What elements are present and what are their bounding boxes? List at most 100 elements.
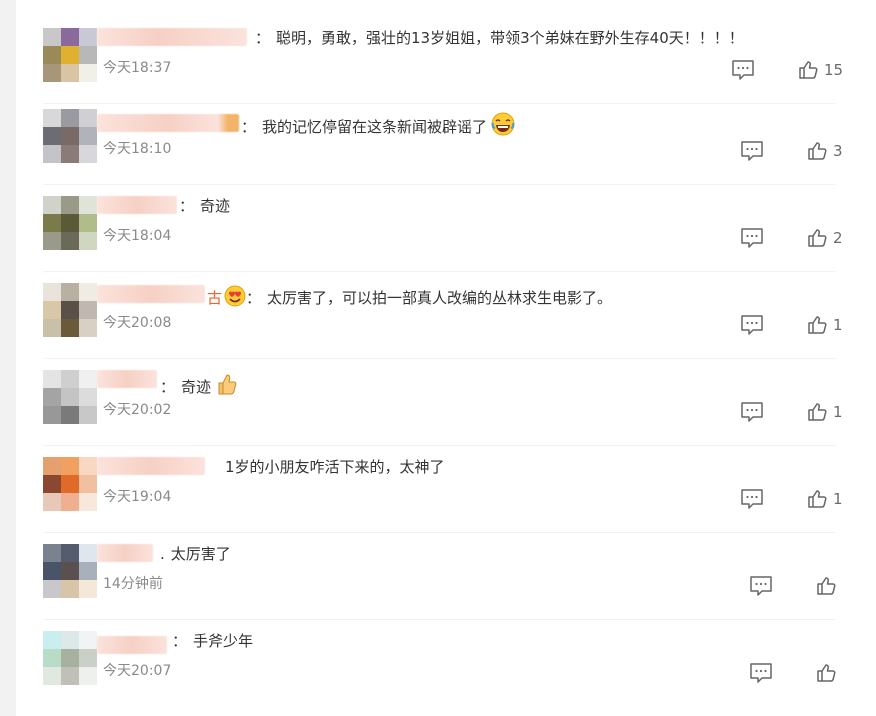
- like-count: 2: [833, 229, 843, 247]
- reply-button[interactable]: [740, 140, 764, 162]
- avatar-pixel: [61, 580, 79, 598]
- avatar-pixel: [61, 28, 79, 46]
- reply-button[interactable]: [740, 314, 764, 336]
- avatar-pixel: [79, 214, 97, 232]
- avatar-pixel: [61, 109, 79, 127]
- like-button[interactable]: 15: [798, 59, 843, 81]
- avatar-pixel: [61, 283, 79, 301]
- like-button[interactable]: [816, 662, 842, 684]
- username-blurred[interactable]: [97, 285, 205, 303]
- comment-time: 14分钟前: [103, 576, 163, 592]
- comment-item: ：奇迹 今天18:04 2: [0, 184, 876, 272]
- thumb-up-icon: [817, 664, 836, 682]
- avatar-pixel: [43, 28, 61, 46]
- avatar[interactable]: [43, 457, 97, 511]
- avatar-pixel: [43, 145, 61, 163]
- avatar-pixel: [79, 406, 97, 424]
- like-count: 1: [833, 316, 843, 334]
- like-button[interactable]: 2: [807, 227, 843, 249]
- avatar-pixel: [79, 145, 97, 163]
- avatar[interactable]: [43, 109, 97, 163]
- avatar-pixel: [61, 562, 79, 580]
- avatar-pixel: [43, 388, 61, 406]
- comment-item: ：我的记忆停留在这条新闻被辟谣了 今天18:10 3: [0, 97, 876, 185]
- avatar-pixel: [43, 562, 61, 580]
- comment-icon: [741, 141, 763, 161]
- like-button[interactable]: 1: [807, 314, 843, 336]
- avatar-pixel: [61, 196, 79, 214]
- comment-list-panel: ：聪明，勇敢，强壮的13岁姐姐，带领3个弟妹在野外生存40天！！！！ 今天18:…: [0, 0, 876, 716]
- avatar-pixel: [79, 196, 97, 214]
- comment-item: ：奇迹 今天20:02 1: [0, 358, 876, 446]
- like-button[interactable]: 1: [807, 401, 843, 423]
- comment-text: ：手斧少年: [172, 632, 254, 650]
- avatar-pixel: [61, 493, 79, 511]
- avatar-pixel: [61, 370, 79, 388]
- avatar-pixel: [61, 214, 79, 232]
- heart-eyes-emoji: [224, 285, 246, 307]
- avatar-pixel: [79, 562, 97, 580]
- avatar[interactable]: [43, 28, 97, 82]
- comment-time: 今天20:08: [103, 315, 172, 331]
- avatar-pixel: [43, 667, 61, 685]
- username-suffix: 古: [207, 289, 223, 307]
- reply-button[interactable]: [731, 59, 755, 81]
- avatar-pixel: [79, 127, 97, 145]
- thumb-up-icon: [808, 142, 827, 160]
- comment-item: 1岁的小朋友咋活下来的，太神了 今天19:04 1: [0, 445, 876, 533]
- username-blurred[interactable]: [97, 28, 247, 46]
- avatar-pixel: [43, 544, 61, 562]
- avatar-pixel: [43, 109, 61, 127]
- like-button[interactable]: [816, 575, 842, 597]
- username-blurred[interactable]: [97, 114, 239, 132]
- thumb-up-icon: [808, 403, 827, 421]
- avatar[interactable]: [43, 196, 97, 250]
- comment-time: 今天20:02: [103, 402, 172, 418]
- reply-button[interactable]: [740, 227, 764, 249]
- avatar-pixel: [61, 388, 79, 406]
- avatar-pixel: [43, 493, 61, 511]
- avatar-pixel: [79, 109, 97, 127]
- avatar-pixel: [43, 283, 61, 301]
- like-button[interactable]: 3: [807, 140, 843, 162]
- avatar-pixel: [79, 388, 97, 406]
- comment-icon: [750, 663, 772, 683]
- avatar-pixel: [61, 46, 79, 64]
- avatar-pixel: [79, 667, 97, 685]
- avatar[interactable]: [43, 544, 97, 598]
- avatar-pixel: [43, 475, 61, 493]
- reply-button[interactable]: [740, 401, 764, 423]
- comment-icon: [741, 402, 763, 422]
- reply-button[interactable]: [749, 575, 773, 597]
- username-blurred[interactable]: [97, 370, 157, 388]
- username-blurred[interactable]: [97, 457, 205, 475]
- avatar[interactable]: [43, 631, 97, 685]
- username-blurred[interactable]: [97, 636, 167, 654]
- reply-button[interactable]: [740, 488, 764, 510]
- comment-text: ：奇迹: [179, 197, 231, 215]
- avatar[interactable]: [43, 283, 97, 337]
- comment-icon: [741, 315, 763, 335]
- avatar-pixel: [61, 301, 79, 319]
- avatar-pixel: [61, 127, 79, 145]
- comment-item: ：手斧少年 今天20:07: [0, 619, 876, 707]
- avatar-pixel: [79, 370, 97, 388]
- avatar-pixel: [43, 631, 61, 649]
- laugh-cry-emoji: [491, 112, 515, 136]
- thumb-up-icon: [808, 229, 827, 247]
- reply-button[interactable]: [749, 662, 773, 684]
- avatar-pixel: [61, 544, 79, 562]
- avatar[interactable]: [43, 370, 97, 424]
- avatar-pixel: [79, 475, 97, 493]
- comment-text: ：奇迹: [160, 372, 237, 397]
- avatar-pixel: [79, 283, 97, 301]
- username-blurred[interactable]: [97, 196, 177, 214]
- thumb-up-icon: [799, 61, 818, 79]
- comment-icon: [732, 60, 754, 80]
- username-blurred[interactable]: [97, 544, 153, 562]
- like-button[interactable]: 1: [807, 488, 843, 510]
- comment-text: ：聪明，勇敢，强壮的13岁姐姐，带领3个弟妹在野外生存40天！！！！: [255, 29, 744, 47]
- comment-text: 1岁的小朋友咋活下来的，太神了: [225, 458, 445, 476]
- avatar-pixel: [79, 544, 97, 562]
- avatar-pixel: [79, 28, 97, 46]
